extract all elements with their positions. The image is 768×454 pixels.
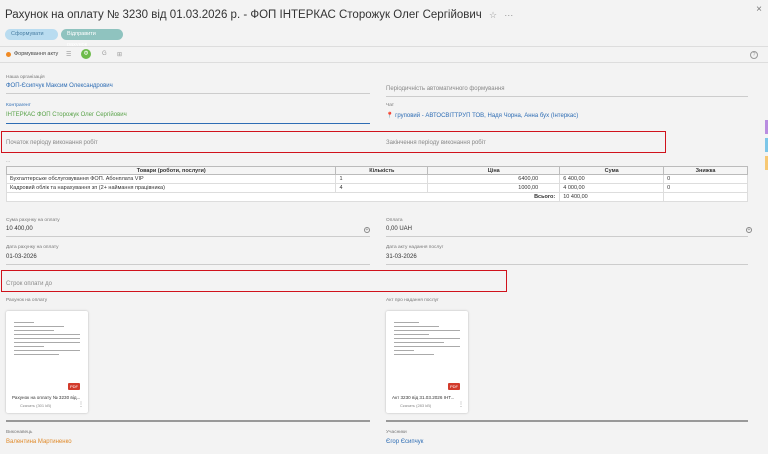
page-title: Рахунок на оплату № 3230 від 01.03.2026 … [5, 9, 513, 21]
table-cell: 1000,00 [427, 183, 561, 193]
status-label: Формування акту [14, 51, 59, 57]
table-row[interactable]: Бухгалтерське обслуговування ФОП. Абонпл… [5, 174, 748, 184]
period-start-field[interactable]: Початок періоду виконання робіт [6, 140, 98, 146]
list-icon[interactable]: ☰ [66, 51, 71, 58]
pdf-badge: PDF [448, 383, 460, 390]
table-cell: 4 000,00 [559, 183, 665, 193]
file-caption: Рахунок на оплату № 3230 від... [12, 395, 81, 400]
document-thumbnail [14, 319, 80, 385]
execute-icon[interactable]: Ф [81, 49, 91, 59]
col-header-discount: Знижка [663, 166, 748, 175]
send-invoice-button[interactable]: Відправити рахунок [61, 29, 123, 48]
field-underline [386, 96, 748, 97]
invoice-date-field[interactable]: 01-03-2026 [6, 254, 37, 260]
col-header-price: Ціна [427, 166, 561, 175]
field-underline [6, 93, 370, 94]
act-date-label: Дата акту надання послуг [386, 245, 444, 250]
star-icon[interactable]: ☆ [489, 10, 497, 20]
col-header-qty: Кількість [335, 166, 429, 175]
highlight-box [1, 131, 666, 153]
chat-value: груповий - АВТОСВІТТРУП ТОВ, Надя Чорна,… [395, 113, 579, 119]
total-label: Всього: [5, 192, 561, 202]
col-header-sum: Сума [559, 166, 665, 175]
contractor-label: Контрагент [6, 103, 31, 108]
divider [386, 420, 748, 422]
help-icon[interactable]: ? [750, 51, 758, 59]
status-dot-icon [6, 51, 11, 57]
field-underline [6, 264, 370, 265]
contractor-field[interactable]: ІНТЕРКАС ФОП Сторожук Олег Сергійович [6, 112, 127, 118]
table-cell: 1 [335, 174, 429, 184]
period-end-field[interactable]: Закінчення періоду виконання робіт [386, 140, 486, 146]
amount-label: Сума рахунку на оплату [6, 218, 60, 223]
field-underline [6, 236, 370, 237]
table-cell: 6 400,00 [559, 174, 665, 184]
act-file-card[interactable]: PDF Акт 3230 від 31.03.2026 ІНТ... Скача… [386, 311, 468, 413]
table-total-row: Всього: 10 400,00 [5, 192, 748, 202]
chat-label: Чат [386, 103, 394, 108]
more-icon[interactable]: ⋯ [504, 10, 513, 20]
invoice-file-label: Рахунок на оплату [6, 298, 48, 303]
field-underline [386, 236, 748, 237]
table-cell: 4 [335, 183, 429, 193]
col-header-goods: Товари (роботи, послуги) [5, 166, 337, 175]
document-thumbnail [394, 319, 460, 385]
total-value: 10 400,00 [559, 192, 665, 202]
table-cell: 6400,00 [427, 174, 561, 184]
table-cell: Бухгалтерське обслуговування ФОП. Абонпл… [5, 174, 337, 184]
participants-label: Учасники [386, 430, 407, 435]
grid-icon[interactable]: ⊞ [117, 51, 122, 58]
table-row[interactable]: Кадровий облік та нарахування зп (2+ най… [5, 183, 748, 193]
close-icon[interactable]: × [756, 4, 762, 15]
add-icon[interactable]: + [746, 227, 752, 233]
executor-label: Виконавець [6, 430, 33, 435]
field-underline [6, 123, 370, 124]
download-link[interactable]: Скачать (283 kB) [400, 403, 431, 408]
invoice-date-label: Дата рахунку на оплату [6, 245, 59, 250]
field-underline [386, 264, 748, 265]
divider [0, 62, 768, 63]
form-button[interactable]: Сформувати [5, 29, 58, 40]
download-link[interactable]: Скачать (301 kB) [20, 403, 51, 408]
payment-field[interactable]: 0,00 UAH [386, 226, 412, 232]
invoice-file-card[interactable]: PDF Рахунок на оплату № 3230 від... Скач… [6, 311, 88, 413]
divider [0, 46, 768, 47]
executor-field[interactable]: Валентина Мартиненко [6, 439, 72, 445]
table-cell: 0 [663, 183, 748, 193]
pdf-badge: PDF [68, 383, 80, 390]
goods-table: Товари (роботи, послуги) Кількість Ціна … [5, 166, 748, 202]
file-caption: Акт 3230 від 31.03.2026 ІНТ... [392, 395, 455, 400]
act-date-field[interactable]: 31-03-2026 [386, 254, 417, 260]
title-text: Рахунок на оплату № 3230 від 01.03.2026 … [5, 9, 482, 21]
due-date-field[interactable]: Строк оплати до [6, 281, 52, 287]
table-cell [663, 192, 748, 202]
payment-label: Оплата [386, 218, 403, 223]
kebab-menu-icon[interactable]: ⋮ [458, 401, 464, 408]
table-cell: 0 [663, 174, 748, 184]
status-indicator[interactable]: Формування акту [6, 51, 58, 57]
our-org-label: Наша організація [6, 75, 45, 80]
amount-field[interactable]: 10 400,00 [6, 226, 33, 232]
our-org-field[interactable]: ФОП-Єсипчук Максим Олександрович [6, 83, 113, 89]
pin-icon: 📍 [386, 113, 394, 119]
table-marker: ... [6, 159, 10, 164]
refresh-icon[interactable]: G [102, 51, 107, 57]
kebab-menu-icon[interactable]: ⋮ [78, 401, 84, 408]
highlight-box [1, 270, 507, 292]
chat-field[interactable]: 📍 груповий - АВТОСВІТТРУП ТОВ, Надя Чорн… [386, 112, 578, 119]
participants-field[interactable]: Єгор Єсипчук [386, 439, 423, 445]
divider [6, 420, 370, 422]
table-cell: Кадровий облік та нарахування зп (2+ най… [5, 183, 337, 193]
periodicity-field[interactable]: Періодичність автоматичного формування [386, 86, 505, 92]
add-icon[interactable]: + [364, 227, 370, 233]
act-file-label: Акт про надання послуг [386, 298, 439, 303]
